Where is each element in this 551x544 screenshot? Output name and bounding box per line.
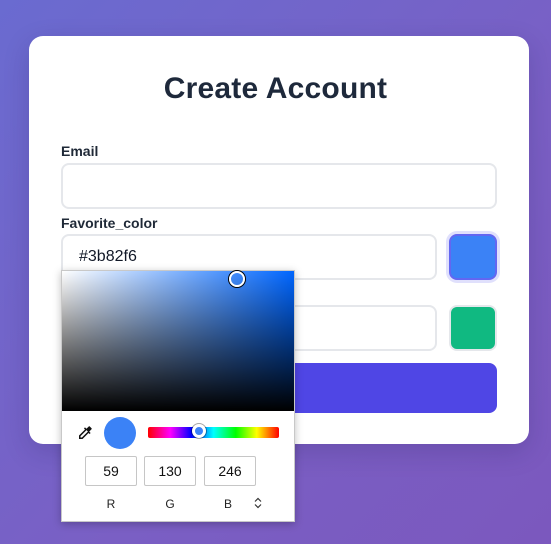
- hue-slider-handle[interactable]: [192, 424, 206, 438]
- blue-channel-label: B: [223, 497, 232, 511]
- page-title: Create Account: [163, 72, 388, 105]
- color-picker-popup: 59 130 246 R G B: [61, 270, 295, 522]
- format-toggle-icon[interactable]: [254, 497, 262, 509]
- favorite-color-label: Favorite_color: [61, 215, 158, 231]
- color-swatch-button[interactable]: [449, 234, 497, 280]
- email-label: Email: [61, 143, 99, 159]
- email-input[interactable]: [61, 163, 497, 209]
- eyedropper-icon[interactable]: [76, 424, 94, 442]
- red-channel-input[interactable]: 59: [85, 456, 137, 486]
- blue-channel-input[interactable]: 246: [204, 456, 256, 486]
- red-channel-label: R: [106, 497, 116, 511]
- saturation-value-area[interactable]: [62, 271, 294, 411]
- green-channel-label: G: [165, 497, 175, 511]
- second-color-swatch-button[interactable]: [449, 305, 497, 351]
- hue-slider[interactable]: [148, 424, 279, 438]
- green-channel-input[interactable]: 130: [144, 456, 196, 486]
- sv-handle[interactable]: [229, 271, 245, 287]
- color-preview: [104, 417, 136, 449]
